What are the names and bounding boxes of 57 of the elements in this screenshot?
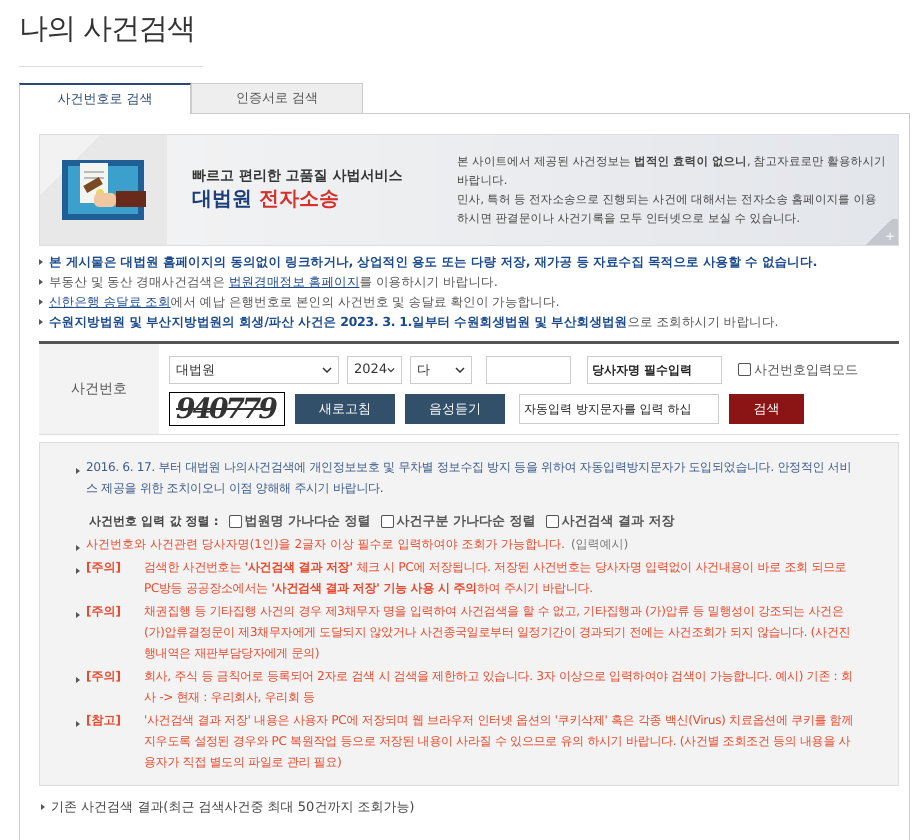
checkbox-label: 사건검색 결과 저장	[562, 512, 675, 531]
checkbox-label: 사건번호입력모드	[754, 362, 858, 379]
listen-button[interactable]: 음성듣기	[405, 394, 505, 424]
court-select[interactable]: 대법원	[169, 356, 339, 384]
note-tag: [참고]	[86, 710, 138, 731]
year-select[interactable]: 2024	[347, 356, 402, 384]
bullet-icon	[76, 568, 80, 574]
note-tag: [주의]	[86, 600, 138, 622]
checkbox-label: 법원명 가나다순 정렬	[244, 512, 371, 531]
captcha-image: 940779	[169, 392, 285, 426]
checkbox[interactable]	[228, 514, 242, 528]
notice-link[interactable]: 법원경매정보 홈페이지	[228, 274, 360, 289]
page-title: 나의 사건검색	[19, 0, 204, 67]
sort-label: 사건번호 입력 값 정렬 :	[89, 512, 219, 530]
notice-text: 부동산 및 동산 경매사건검색은 법원경매정보 홈페이지 를 이용하시기 바랍니다.	[49, 274, 498, 291]
notice-text: 본 게시물은 대법원 홈페이지의 동의없이 링크하거나, 상업적인 용도 또는 다량 저장, 재가공 등 자료수집 목적으로 사용할 수 없습니다.	[49, 254, 818, 271]
party-name-field[interactable]: 당사자명 필수입력	[587, 356, 722, 384]
notice-text: 수원지방법원 및 부산지방법원의 회생/파산 사건은 2023. 3. 1.일부터 수원회생법원 및 부산회생법원으로 조회하시기 바랍니다.	[49, 314, 778, 331]
tab[interactable]: 사건번호로 검색	[19, 82, 191, 114]
bullet-icon	[76, 468, 80, 474]
checkbox[interactable]	[738, 363, 751, 376]
field-label: 사건번호	[39, 344, 159, 434]
example-link[interactable]: (입력예시)	[570, 534, 628, 555]
note-tag: [주의]	[86, 556, 138, 578]
refresh-button[interactable]: 새로고침	[295, 394, 395, 424]
checkbox[interactable]	[546, 514, 559, 528]
bullet-icon	[76, 544, 80, 551]
bullet-icon	[76, 720, 80, 727]
search-button[interactable]: 검색	[729, 394, 804, 424]
note-tag: [주의]	[86, 666, 138, 687]
case-number-field[interactable]	[486, 356, 571, 384]
bullet-icon	[76, 676, 80, 683]
note-text: 검색한 사건번호는 '사건검색 결과 저장' 체크 시 PC에 저장됩니다. 저장된 사건번호는 당사자명 입력없이 사건내용이 바로 조회 되므로 PC방등 공공장소에서는 '사건검색 결과 저장' 기능 사용 시 주의하여 주시기 바랍니다.	[144, 558, 848, 597]
captcha-field[interactable]: 자동입력 방지문자를 입력 하십	[519, 394, 719, 424]
note-text: '사건검색 결과 저장' 내용은 사용자 PC에 저장되며 웹 브라우저 인터넷 옵션의 '쿠키삭제' 혹은 각종 백신(Virus) 치료옵션에 쿠키를 함께 지우도록 설정된 경우와 PC 복원작업 등으로 저장된 내용이 사라질 수 있으므로 유의 하시기 바랍니다. (사건별 조회조건 등의 내용을 사용자가 직접 별도의 파일로 관리 필요)	[144, 712, 854, 771]
caret-icon	[387, 366, 395, 373]
bullet-icon	[39, 259, 43, 266]
note-text: 회사, 주식 등 금칙어로 등록되어 2자로 검색 시 검색을 제한하고 있습니다. 3자 이상으로 입력하여야 검색이 가능합니다. 예시) 기존 : 회사 -> 현재 : 우리회사, 우리회 등	[144, 668, 854, 706]
brand-title: 대법원 전자소송	[192, 185, 340, 212]
info-text: 2016. 6. 17. 부터 대법원 나의사건검색에 개인정보보호 및 무차별 정보수집 방지 등을 위하여 자동입력방지문자가 도입되었습니다. 안정적인 서비스 제공을 위한 조치이오니 이점 양해해 주시기 바랍니다.	[86, 458, 852, 497]
checkbox[interactable]	[380, 514, 394, 528]
tab[interactable]: 인증서로 검색	[191, 82, 363, 114]
case-type-select[interactable]: 다	[410, 356, 472, 384]
required-text: 사건번호와 사건관련 당사자명(1인)을 2글자 이상 필수로 입력하여야 조회가 가능합니다.	[86, 536, 565, 553]
bullet-icon	[39, 319, 43, 326]
caret-icon	[455, 366, 465, 373]
history-title: 기존 사건검색 결과(최근 검색사건중 최대 50건까지 조회가능)	[51, 798, 414, 816]
bullet-icon	[41, 804, 45, 810]
caret-icon	[322, 366, 332, 373]
notice-text: 신한은행 송달료 조회에서 예납 은행번호로 본인의 사건번호 및 송달료 확인이 가능합니다.	[49, 294, 560, 311]
notice-link[interactable]: 신한은행 송달료 조회	[49, 294, 171, 309]
bullet-icon	[39, 279, 43, 286]
bullet-icon	[76, 612, 80, 618]
note-text: 채권집행 등 기타집행 사건의 경우 제3채무자 명을 입력하여 사건검색을 할 수 없고, 기타집행과 (가)압류 등 밀행성이 강조되는 사건은 (가)압류결정문이 제3채무자에게 도달되지 않았거나 사건종국일로부터 일정기간이 경과되기 전에는 사건조회가 되지 않습니다. (사건진행내역은 재판부담당자에게 문의)	[144, 602, 852, 662]
checkbox-label: 사건구분 가나다순 정렬	[396, 512, 536, 531]
banner-headline: 빠르고 편리한 고품질 사법서비스	[192, 167, 404, 186]
bullet-icon	[39, 299, 43, 306]
